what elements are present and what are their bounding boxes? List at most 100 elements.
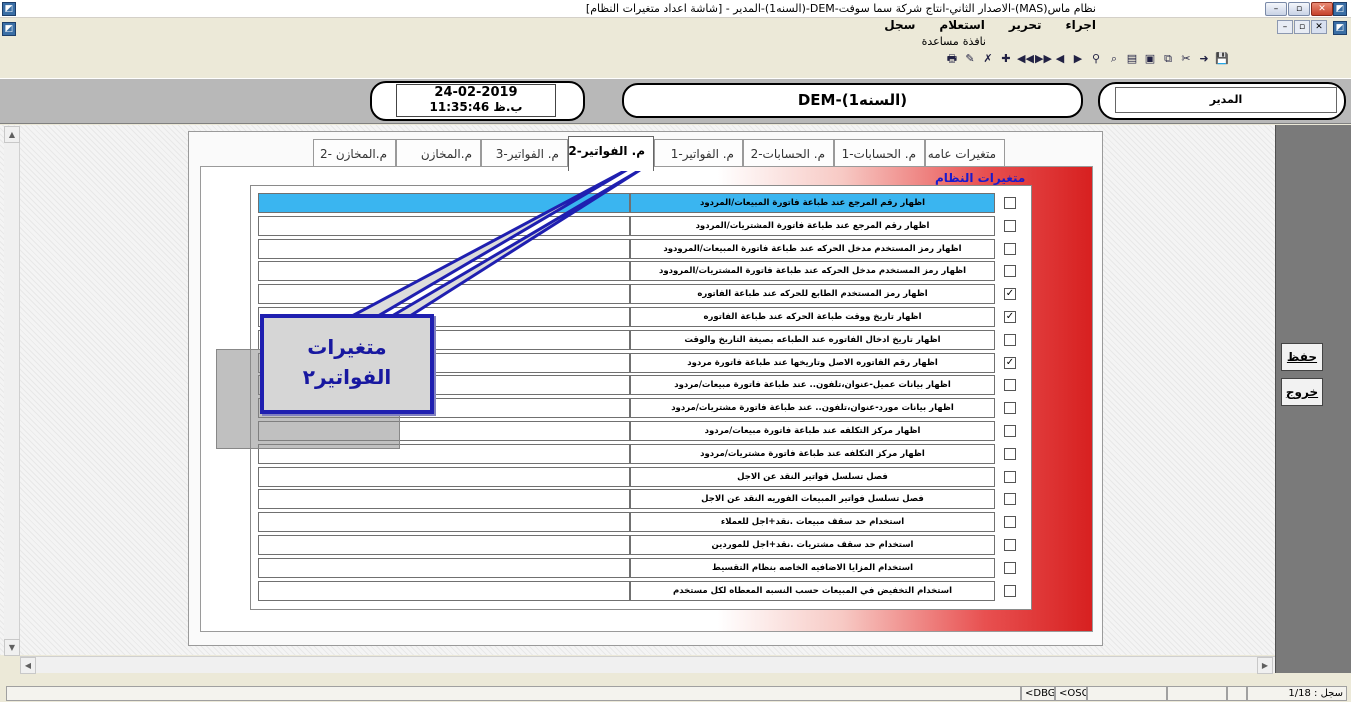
menu-window[interactable]: نافذة: [963, 35, 986, 48]
setting-row: فصل تسلسل فواتير المبيعات الفوريه النقد …: [258, 489, 1020, 510]
setting-value-field[interactable]: [258, 557, 630, 578]
setting-checkbox[interactable]: [1004, 561, 1016, 574]
mdi-child-icon[interactable]: ◩: [2, 22, 16, 36]
setting-checkbox[interactable]: [1004, 242, 1016, 255]
setting-checkbox[interactable]: [1004, 425, 1016, 437]
find-icon[interactable]: ⌕: [1107, 52, 1121, 66]
app-icon[interactable]: ◩: [2, 2, 16, 16]
menu-record[interactable]: سجل: [884, 18, 915, 36]
setting-checkbox[interactable]: [1004, 539, 1016, 551]
setting-value-field[interactable]: [258, 215, 630, 236]
setting-checkbox[interactable]: [1004, 447, 1016, 460]
setting-checkbox[interactable]: [1004, 493, 1016, 506]
tab-strip: متغيرات عامه م. الحسابات-1 م. الحسابات-2…: [313, 136, 1005, 171]
maximize-window-icon[interactable]: ▫: [1288, 2, 1310, 16]
setting-label: اظهار تاريخ ووقت طباعة الحركه عند طباعة …: [630, 307, 995, 327]
setting-row: استخدام حد سقف مبيعات .نقد+اجل للعملاء: [258, 512, 1020, 533]
setting-checkbox[interactable]: [1004, 265, 1016, 278]
tab-invoices-2[interactable]: م. الفواتير-2: [568, 136, 654, 171]
setting-label: استخدام التخفيض في المبيعات حسب النسبه ا…: [630, 580, 995, 601]
last-icon[interactable]: ▶▶: [1035, 52, 1052, 66]
setting-row: استخدام التخفيض في المبيعات حسب النسبه ا…: [258, 580, 1020, 601]
date-value: 24-02-2019: [434, 85, 518, 100]
setting-checkbox[interactable]: [1004, 516, 1016, 529]
status-empty-3: [1227, 686, 1247, 701]
setting-checkbox[interactable]: ✓: [1004, 356, 1016, 369]
save-button[interactable]: حفظ: [1281, 343, 1323, 371]
status-empty-2: [1167, 686, 1227, 701]
setting-value-field[interactable]: [258, 489, 630, 510]
setting-value-field[interactable]: [258, 535, 630, 555]
exit-button[interactable]: خروج: [1281, 378, 1323, 406]
setting-checkbox[interactable]: [1004, 470, 1016, 483]
setting-label: استخدام حد سقف مشتريات .نقد+اجل للموردين: [630, 535, 995, 555]
horizontal-scrollbar[interactable]: ◀ ▶: [20, 656, 1275, 674]
setting-checkbox[interactable]: ✓: [1004, 311, 1016, 323]
menu-action[interactable]: اجراء: [1066, 18, 1096, 36]
scroll-left-icon[interactable]: ◀: [20, 657, 36, 674]
title-bar: ◩ نظام ماس(MAS)-الاصدار الثاني-انتاج شرك…: [0, 0, 1351, 18]
setting-label: اظهار مركز التكلفه عند طباعة فاتورة مبيع…: [630, 421, 995, 441]
setting-row: اظهار رمز المستخدم الطابع للحركه عند طبا…: [258, 284, 1020, 305]
setting-checkbox[interactable]: [1004, 402, 1016, 415]
menu-help[interactable]: مساعدة: [922, 35, 959, 48]
setting-label: اظهار مركز التكلفه عند طباعة فاتورة مشتر…: [630, 443, 995, 464]
setting-row: اظهار رمز المستخدم مدخل الحركه عند طباعة…: [258, 238, 1020, 259]
menu-edit[interactable]: تحرير: [1009, 18, 1042, 36]
setting-checkbox[interactable]: [1004, 333, 1016, 346]
setting-label: اظهار بيانات عميل-عنوان،تلفون.. عند طباع…: [630, 375, 995, 396]
menu-bar-secondary: نافذة مساعدة: [922, 35, 986, 48]
setting-label: اظهار بيانات مورد-عنوان،تلفون.. عند طباع…: [630, 398, 995, 419]
menu-query[interactable]: استعلام: [939, 18, 985, 36]
user-field: المدير: [1115, 87, 1337, 113]
setting-checkbox[interactable]: ✓: [1004, 288, 1016, 301]
prev-icon[interactable]: ◀: [1053, 52, 1067, 66]
delete-icon[interactable]: ✗: [981, 52, 995, 66]
setting-row: استخدام المزايا الاضافيه الخاصه بنظام ال…: [258, 557, 1020, 578]
setting-label: فصل تسلسل فواتير المبيعات الفوريه النقد …: [630, 489, 995, 510]
new-icon[interactable]: ▤: [1125, 52, 1139, 66]
record-counter: سجل : 1/18: [1247, 686, 1347, 701]
setting-value-field[interactable]: [258, 466, 630, 487]
mdi-close-icon[interactable]: ✕: [1311, 20, 1327, 34]
save-icon[interactable]: 💾: [1215, 52, 1229, 66]
filter-icon[interactable]: ⚲: [1089, 52, 1103, 66]
vertical-scrollbar[interactable]: ▲ ▼: [4, 126, 20, 656]
setting-row: اظهار رمز المستخدم مدخل الحركه عند طباعة…: [258, 261, 1020, 282]
scroll-right-icon[interactable]: ▶: [1257, 657, 1273, 674]
scroll-down-icon[interactable]: ▼: [4, 639, 20, 656]
setting-value-field[interactable]: [258, 512, 630, 533]
window-title: نظام ماس(MAS)-الاصدار الثاني-انتاج شركة …: [585, 2, 1096, 15]
setting-checkbox[interactable]: [1004, 197, 1016, 209]
first-icon[interactable]: ◀◀: [1017, 52, 1034, 66]
setting-checkbox[interactable]: [1004, 379, 1016, 392]
setting-value-field[interactable]: [258, 284, 630, 305]
setting-value-field[interactable]: [258, 193, 630, 213]
cut-icon[interactable]: ✂: [1179, 52, 1193, 66]
close-window-icon[interactable]: ✕: [1311, 2, 1333, 16]
add-icon[interactable]: ✚: [999, 52, 1013, 66]
next-icon[interactable]: ▶: [1071, 52, 1085, 66]
mdi-restore-icon[interactable]: ▫: [1294, 20, 1310, 34]
scroll-up-icon[interactable]: ▲: [4, 126, 20, 143]
setting-value-field[interactable]: [258, 261, 630, 282]
paste-icon[interactable]: ▣: [1143, 52, 1157, 66]
setting-label: اظهار تاريخ ادخال الفاتوره عند الطباعه ب…: [630, 329, 995, 350]
setting-row: استخدام حد سقف مشتريات .نقد+اجل للموردين: [258, 535, 1020, 555]
toolbar: 🖶 ✎ ✗ ✚ ◀◀ ▶▶ ◀ ▶ ⚲ ⌕ ▤ ▣ ⧉ ✂ ➜ 💾: [945, 52, 1229, 68]
setting-value-field[interactable]: [258, 580, 630, 601]
callout-line2: الفواتير٢: [302, 365, 392, 389]
setting-label: فصل تسلسل فواتير النقد عن الاجل: [630, 466, 995, 487]
mdi-minimize-icon[interactable]: –: [1277, 20, 1293, 34]
tools-icon[interactable]: ✎: [963, 52, 977, 66]
setting-label: اظهار رقم الفاتوره الاصل وتاريخها عند طب…: [630, 352, 995, 373]
exit-icon[interactable]: ➜: [1197, 52, 1211, 66]
print-icon[interactable]: 🖶: [945, 52, 959, 66]
copy-icon[interactable]: ⧉: [1161, 52, 1175, 66]
setting-checkbox[interactable]: [1004, 584, 1016, 597]
setting-label: استخدام المزايا الاضافيه الخاصه بنظام ال…: [630, 557, 995, 578]
minimize-window-icon[interactable]: –: [1265, 2, 1287, 16]
setting-value-field[interactable]: [258, 238, 630, 259]
app-icon-right: ◩: [1333, 2, 1347, 16]
setting-checkbox[interactable]: [1004, 219, 1016, 232]
